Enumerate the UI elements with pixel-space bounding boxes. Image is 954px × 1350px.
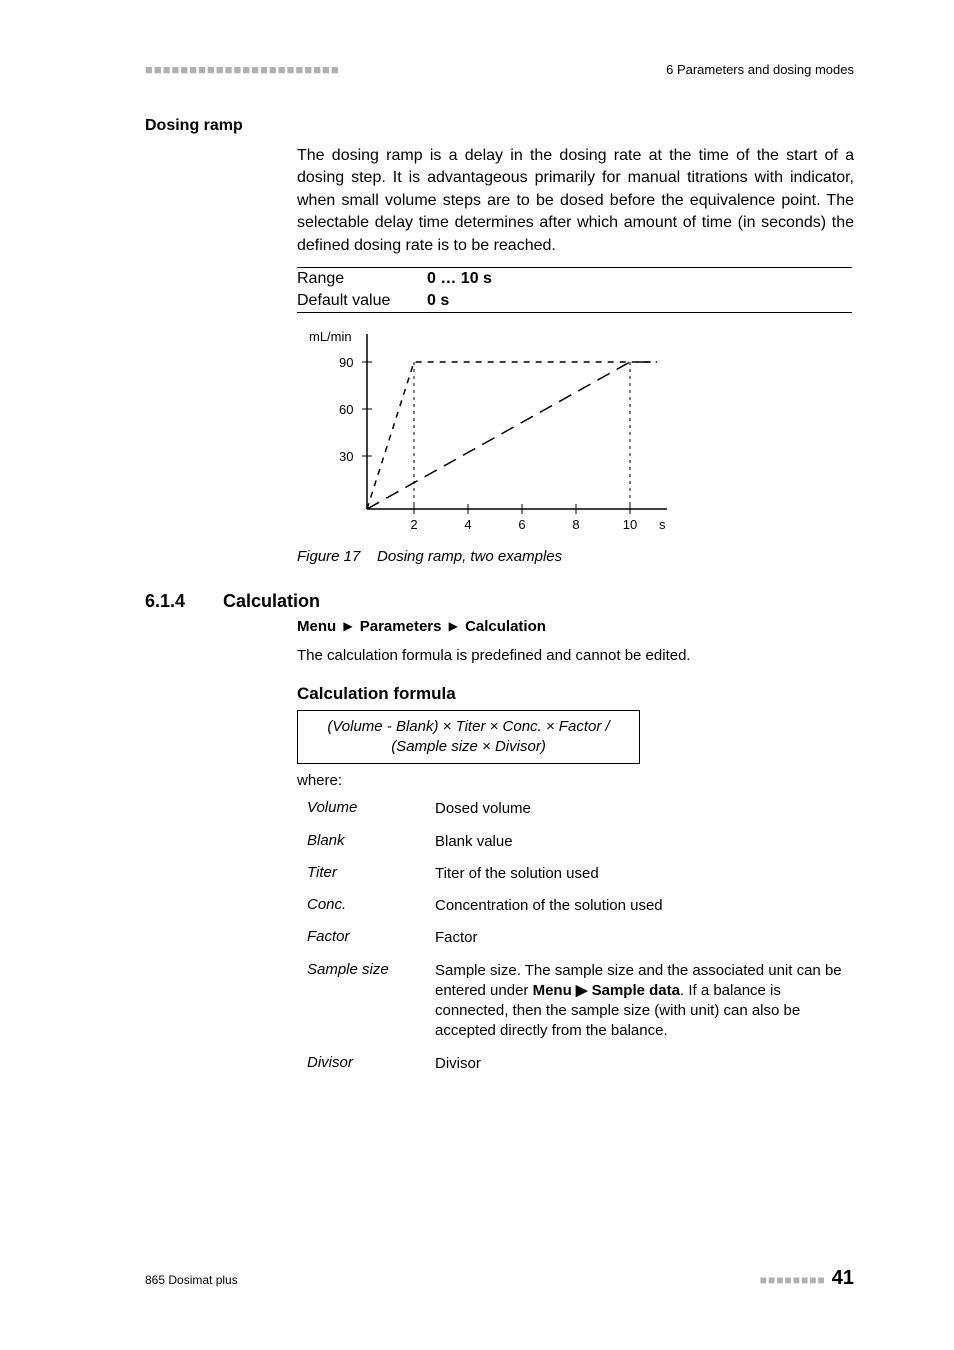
footer-page-number: 41	[832, 1267, 854, 1290]
breadcrumb: Menu ▶ Parameters ▶ Calculation	[297, 618, 854, 635]
dosing-ramp-heading: Dosing ramp	[145, 117, 854, 135]
xtick-10: 10	[623, 517, 637, 532]
dosing-ramp-body: The dosing ramp is a delay in the dosing…	[297, 145, 854, 257]
header-left-marks: ■■■■■■■■■■■■■■■■■■■■■■	[145, 62, 340, 77]
page-header: ■■■■■■■■■■■■■■■■■■■■■■ 6 Parameters and …	[145, 62, 854, 77]
def-volume: Volume Dosed volume	[307, 799, 854, 819]
figure-caption: Figure 17 Dosing ramp, two examples	[297, 548, 854, 565]
breadcrumb-arrow-icon: ▶	[449, 619, 458, 633]
ytick-30: 30	[339, 449, 353, 464]
def-conc: Conc. Concentration of the solution used	[307, 896, 854, 916]
breadcrumb-calculation: Calculation	[465, 618, 546, 635]
breadcrumb-menu: Menu	[297, 618, 336, 635]
default-value: 0 s	[427, 290, 852, 313]
figure-number: Figure 17	[297, 548, 360, 565]
footer-marks: ■■■■■■■■	[760, 1273, 826, 1287]
range-label: Range	[297, 267, 427, 290]
footer-product: 865 Dosimat plus	[145, 1273, 238, 1287]
calculation-intro: The calculation formula is predefined an…	[297, 645, 854, 666]
def-sample-size: Sample size Sample size. The sample size…	[307, 961, 854, 1042]
default-label: Default value	[297, 290, 427, 313]
figure-caption-text: Dosing ramp, two examples	[377, 548, 562, 565]
header-chapter: 6 Parameters and dosing modes	[666, 62, 854, 77]
section-title: Calculation	[223, 591, 320, 612]
breadcrumb-arrow-icon: ▶	[343, 619, 352, 633]
xtick-8: 8	[572, 517, 579, 532]
def-divisor: Divisor Divisor	[307, 1054, 854, 1074]
dosing-ramp-section: Dosing ramp The dosing ramp is a delay i…	[145, 117, 854, 565]
dosing-ramp-chart: mL/min 30 60 90 2 4 6 8 10 s	[297, 319, 697, 544]
xtick-2: 2	[410, 517, 417, 532]
def-factor: Factor Factor	[307, 928, 854, 948]
page-footer: 865 Dosimat plus ■■■■■■■■ 41	[145, 1267, 854, 1290]
def-blank: Blank Blank value	[307, 832, 854, 852]
breadcrumb-parameters: Parameters	[360, 618, 442, 635]
y-axis-label: mL/min	[309, 329, 352, 344]
calculation-section-header: 6.1.4 Calculation	[145, 591, 854, 612]
x-axis-label: s	[659, 517, 666, 532]
calculation-formula-heading: Calculation formula	[297, 684, 854, 704]
range-value: 0 … 10 s	[427, 267, 852, 290]
xtick-6: 6	[518, 517, 525, 532]
xtick-4: 4	[464, 517, 471, 532]
def-titer: Titer Titer of the solution used	[307, 864, 854, 884]
ytick-60: 60	[339, 402, 353, 417]
where-label: where:	[297, 772, 854, 789]
dosing-ramp-param-table: Range 0 … 10 s Default value 0 s	[297, 267, 852, 313]
calculation-formula: (Volume - Blank) × Titer × Conc. × Facto…	[297, 710, 640, 765]
definition-list: Volume Dosed volume Blank Blank value Ti…	[307, 799, 854, 1074]
ytick-90: 90	[339, 355, 353, 370]
section-number: 6.1.4	[145, 591, 223, 612]
